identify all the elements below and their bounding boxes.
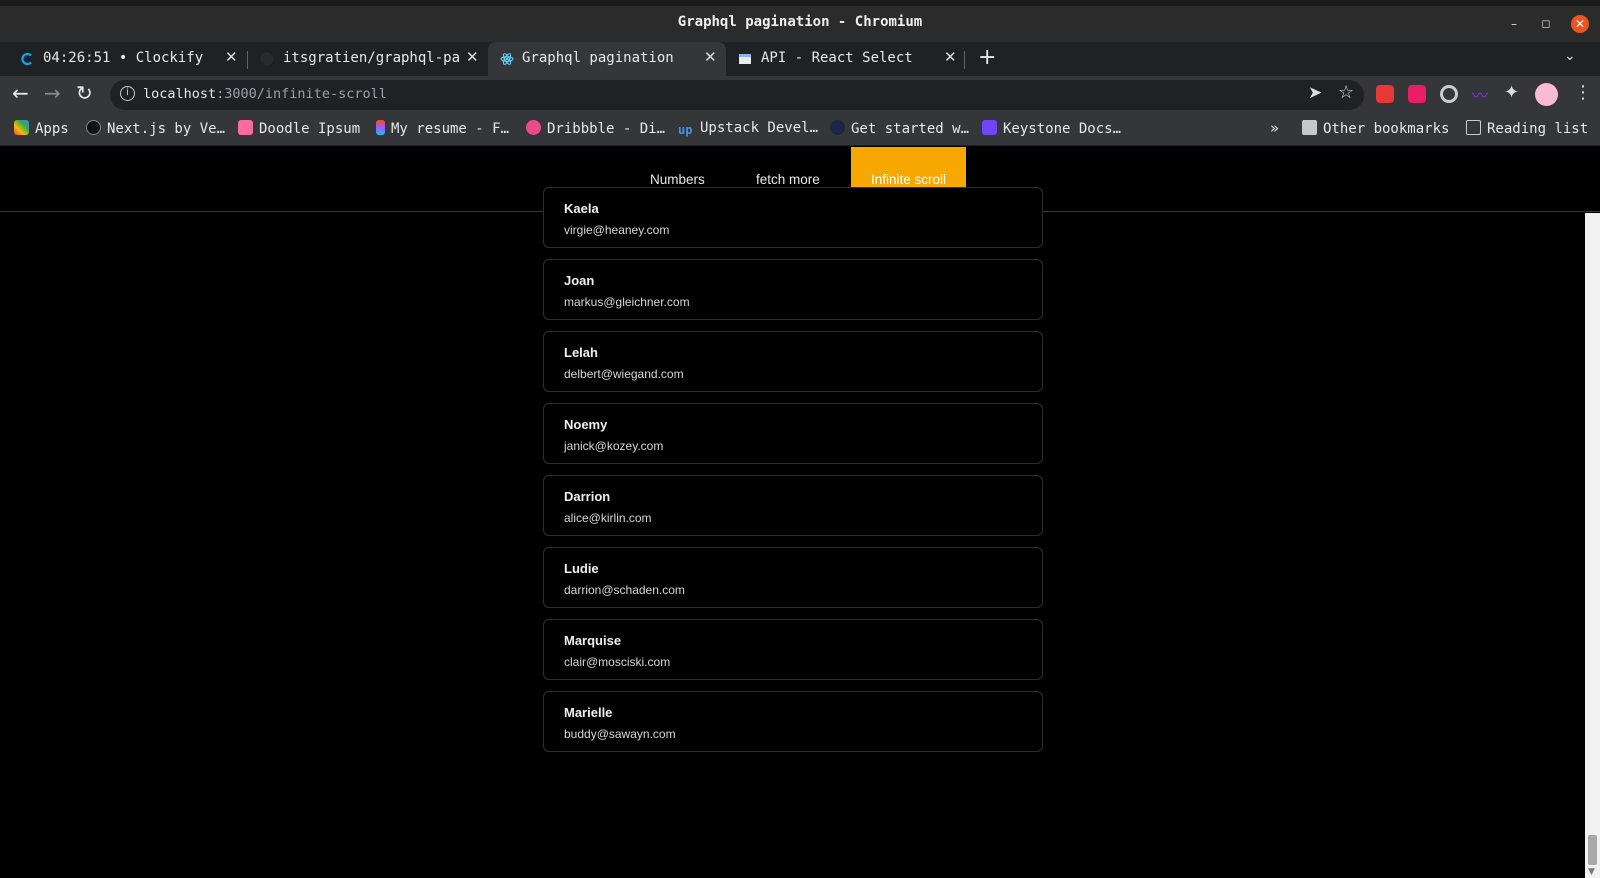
extension-wave-icon[interactable]: 〰 xyxy=(1472,82,1490,105)
bookmark-dribbble[interactable]: Dribbble - Di… xyxy=(526,120,665,137)
page-scrollbar[interactable]: ▼ xyxy=(1585,213,1600,878)
folder-icon xyxy=(1302,120,1317,135)
doodle-icon xyxy=(238,120,253,135)
user-name: Kaela xyxy=(564,201,599,216)
url-text[interactable]: localhost:3000/infinite-scroll xyxy=(143,86,387,102)
close-icon[interactable]: ✕ xyxy=(944,48,957,66)
new-tab-icon[interactable]: + xyxy=(978,45,996,70)
bookmarks-overflow-icon[interactable]: » xyxy=(1270,119,1279,137)
bookmark-get-started[interactable]: Get started w… xyxy=(830,120,969,137)
figma-icon xyxy=(376,120,385,135)
bookmark-apps[interactable]: Apps xyxy=(14,120,69,137)
extension-target-icon[interactable] xyxy=(1440,85,1458,103)
window-title: Graphql pagination - Chromium xyxy=(677,14,923,30)
bookmark-upstack[interactable]: up Upstack Devel… xyxy=(678,120,818,138)
more-menu-icon[interactable]: ⋮ xyxy=(1574,82,1592,103)
puzzle-icon[interactable]: ✦ xyxy=(1504,82,1522,103)
info-icon[interactable]: i xyxy=(120,86,135,101)
user-card: Joan markus@gleichner.com xyxy=(543,259,1043,320)
user-card: Marielle buddy@sawayn.com xyxy=(543,691,1043,752)
close-icon[interactable]: ✕ xyxy=(225,48,238,66)
user-card: Ludie darrion@schaden.com xyxy=(543,547,1043,608)
user-email: virgie@heaney.com xyxy=(564,223,670,237)
clockify-icon xyxy=(21,52,32,66)
send-icon[interactable]: ➤ xyxy=(1308,83,1322,103)
back-icon[interactable]: ← xyxy=(12,81,29,105)
user-email: buddy@sawayn.com xyxy=(564,727,676,741)
user-email: delbert@wiegand.com xyxy=(564,367,684,381)
tab-label: API - React Select xyxy=(761,50,913,66)
reading-list-icon xyxy=(1466,120,1481,135)
user-name: Ludie xyxy=(564,561,599,576)
tab-graphql-pagination[interactable]: Graphql pagination ✕ xyxy=(488,42,726,76)
user-card: Darrion alice@kirlin.com xyxy=(543,475,1043,536)
maximize-icon[interactable]: ◻ xyxy=(1537,15,1555,33)
user-name: Joan xyxy=(564,273,595,288)
user-email: alice@kirlin.com xyxy=(564,511,652,525)
browser-toolbar: ← → ↻ i localhost:3000/infinite-scroll ➤… xyxy=(0,76,1600,114)
chevron-down-icon[interactable]: ⌄ xyxy=(1564,48,1576,64)
bookmarks-bar: Apps Next.js by Ve… Doodle Ipsum My resu… xyxy=(0,114,1600,146)
tab-github[interactable]: itsgratien/graphql-pagi ✕ xyxy=(248,42,488,76)
user-name: Marquise xyxy=(564,633,622,648)
bookmark-doodle-ipsum[interactable]: Doodle Ipsum xyxy=(238,120,360,137)
tab-clockify[interactable]: 04:26:51 • Clockify ✕ xyxy=(0,42,246,76)
user-email: markus@gleichner.com xyxy=(564,295,690,309)
scroll-down-icon[interactable]: ▼ xyxy=(1588,867,1595,877)
user-email: darrion@schaden.com xyxy=(564,583,685,597)
user-email: janick@kozey.com xyxy=(564,439,664,453)
star-icon[interactable]: ☆ xyxy=(1338,82,1354,103)
react-icon xyxy=(500,53,514,65)
apps-grid-icon xyxy=(14,120,29,135)
avatar[interactable] xyxy=(1535,83,1558,106)
address-bar[interactable]: i localhost:3000/infinite-scroll ➤ ☆ xyxy=(110,80,1364,110)
extension-pink-icon[interactable] xyxy=(1408,85,1426,103)
user-card: Kaela virgie@heaney.com xyxy=(543,187,1043,248)
user-card: Lelah delbert@wiegand.com xyxy=(543,331,1043,392)
tab-label: Graphql pagination xyxy=(522,50,674,66)
user-name: Marielle xyxy=(564,705,613,720)
bookmark-other[interactable]: Other bookmarks xyxy=(1302,120,1449,137)
user-card: Marquise clair@mosciski.com xyxy=(543,619,1043,680)
document-icon xyxy=(739,54,751,64)
tab-label: 04:26:51 • Clockify xyxy=(43,50,204,66)
window-title-bar: Graphql pagination - Chromium – ◻ ✕ xyxy=(0,0,1600,42)
reload-icon[interactable]: ↻ xyxy=(76,81,93,105)
upstack-icon: up xyxy=(678,123,693,137)
tab-label: itsgratien/graphql-pagi xyxy=(283,50,459,66)
bookmark-nextjs[interactable]: Next.js by Ve… xyxy=(86,120,225,137)
forward-icon[interactable]: → xyxy=(44,81,61,105)
user-email: clair@mosciski.com xyxy=(564,655,671,669)
tab-strip: 04:26:51 • Clockify ✕ itsgratien/graphql… xyxy=(0,42,1600,76)
reading-list[interactable]: Reading list xyxy=(1466,120,1588,137)
keystone-icon xyxy=(982,120,997,135)
close-icon[interactable]: ✕ xyxy=(704,48,717,66)
user-name: Darrion xyxy=(564,489,611,504)
close-window-icon[interactable]: ✕ xyxy=(1571,15,1589,33)
page-content: Numbers fetch more Infinite scroll Kaela… xyxy=(0,147,1600,878)
scrollbar-thumb[interactable] xyxy=(1588,835,1597,865)
nextjs-icon xyxy=(86,120,101,135)
minimize-icon[interactable]: – xyxy=(1505,15,1523,33)
close-icon[interactable]: ✕ xyxy=(466,48,479,66)
github-icon xyxy=(260,52,274,66)
bookmark-my-resume[interactable]: My resume - F… xyxy=(376,120,509,137)
dribbble-icon xyxy=(526,120,541,135)
user-name: Lelah xyxy=(564,345,598,360)
user-name: Noemy xyxy=(564,417,608,432)
tab-react-select[interactable]: API - React Select ✕ xyxy=(726,42,964,76)
bookmark-keystone[interactable]: Keystone Docs… xyxy=(982,120,1121,137)
getstarted-icon xyxy=(830,120,845,135)
extension-red-icon[interactable] xyxy=(1376,85,1394,103)
user-card: Noemy janick@kozey.com xyxy=(543,403,1043,464)
